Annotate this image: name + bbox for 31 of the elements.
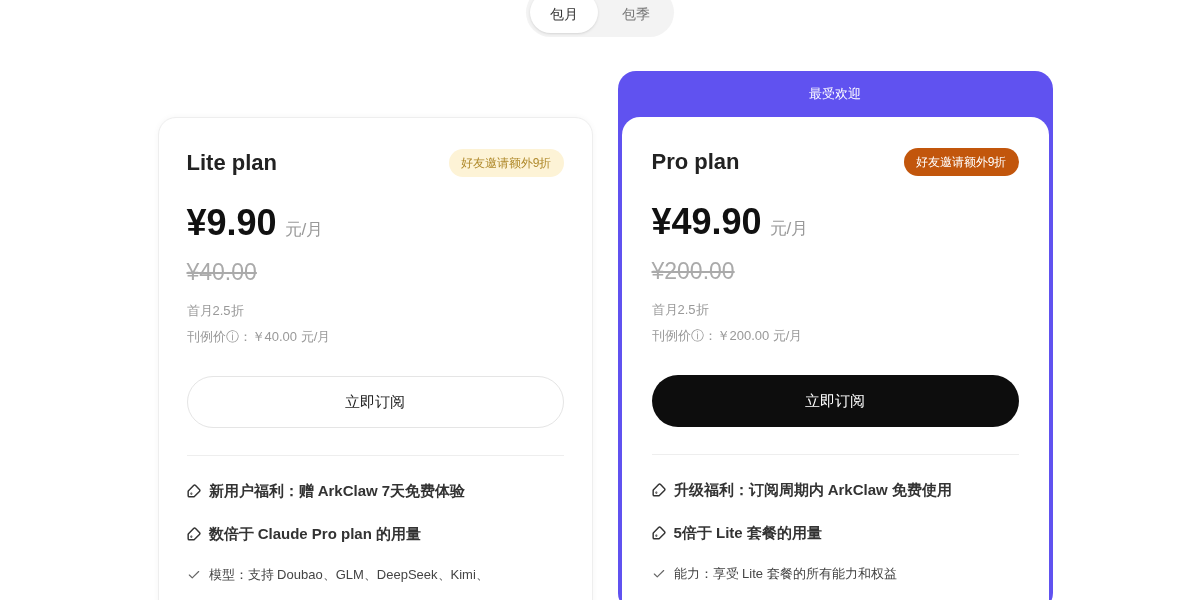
tag-icon bbox=[651, 525, 666, 540]
feature-text: 模型：支持 Doubao、GLM、DeepSeek、Kimi、 bbox=[208, 566, 489, 584]
original-price: ¥200.00 bbox=[651, 256, 736, 286]
tag-icon bbox=[186, 526, 201, 541]
subscribe-button[interactable]: 立即订阅 bbox=[651, 375, 1019, 427]
price-unit: 元/月 bbox=[284, 219, 324, 241]
list-price-label: 刊例价ⓘ： bbox=[651, 326, 717, 345]
tag-icon bbox=[651, 483, 666, 498]
feature-text: 能力：享受 Lite 套餐的所有能力和权益 bbox=[673, 565, 897, 583]
popular-label: 最受欢迎 bbox=[808, 85, 862, 104]
price-unit: 元/月 bbox=[769, 218, 809, 240]
first-month-note: 首月2.5折 bbox=[186, 302, 245, 320]
plan-name: Lite plan bbox=[186, 149, 277, 177]
price: ¥9.90 bbox=[186, 205, 277, 241]
first-month-note: 首月2.5折 bbox=[651, 301, 710, 319]
feature-text: 数倍于 Claude Pro plan 的用量 bbox=[208, 523, 422, 544]
subscribe-button[interactable]: 立即订阅 bbox=[186, 376, 564, 428]
plan-name: Pro plan bbox=[651, 148, 740, 176]
feature-text: 升级福利：订阅周期内 ArkClaw 免费使用 bbox=[673, 480, 952, 500]
billing-tab[interactable]: 包月 bbox=[530, 0, 598, 33]
list-price: ￥40.00 元/月 bbox=[251, 327, 331, 346]
list-price: ￥200.00 元/月 bbox=[716, 326, 803, 345]
billing-tab[interactable]: 包季 bbox=[602, 0, 670, 33]
discount-tag: 好友邀请额外9折 bbox=[903, 147, 1019, 176]
tag-icon bbox=[186, 484, 201, 499]
price: ¥49.90 bbox=[651, 204, 762, 240]
original-price: ¥40.00 bbox=[186, 257, 258, 287]
discount-tag: 好友邀请额外9折 bbox=[448, 148, 564, 177]
list-price-label: 刊例价ⓘ： bbox=[186, 327, 252, 346]
feature-text: 新用户福利：赠 ArkClaw 7天免费体验 bbox=[208, 481, 466, 501]
feature-text: 5倍于 Lite 套餐的用量 bbox=[673, 522, 822, 543]
